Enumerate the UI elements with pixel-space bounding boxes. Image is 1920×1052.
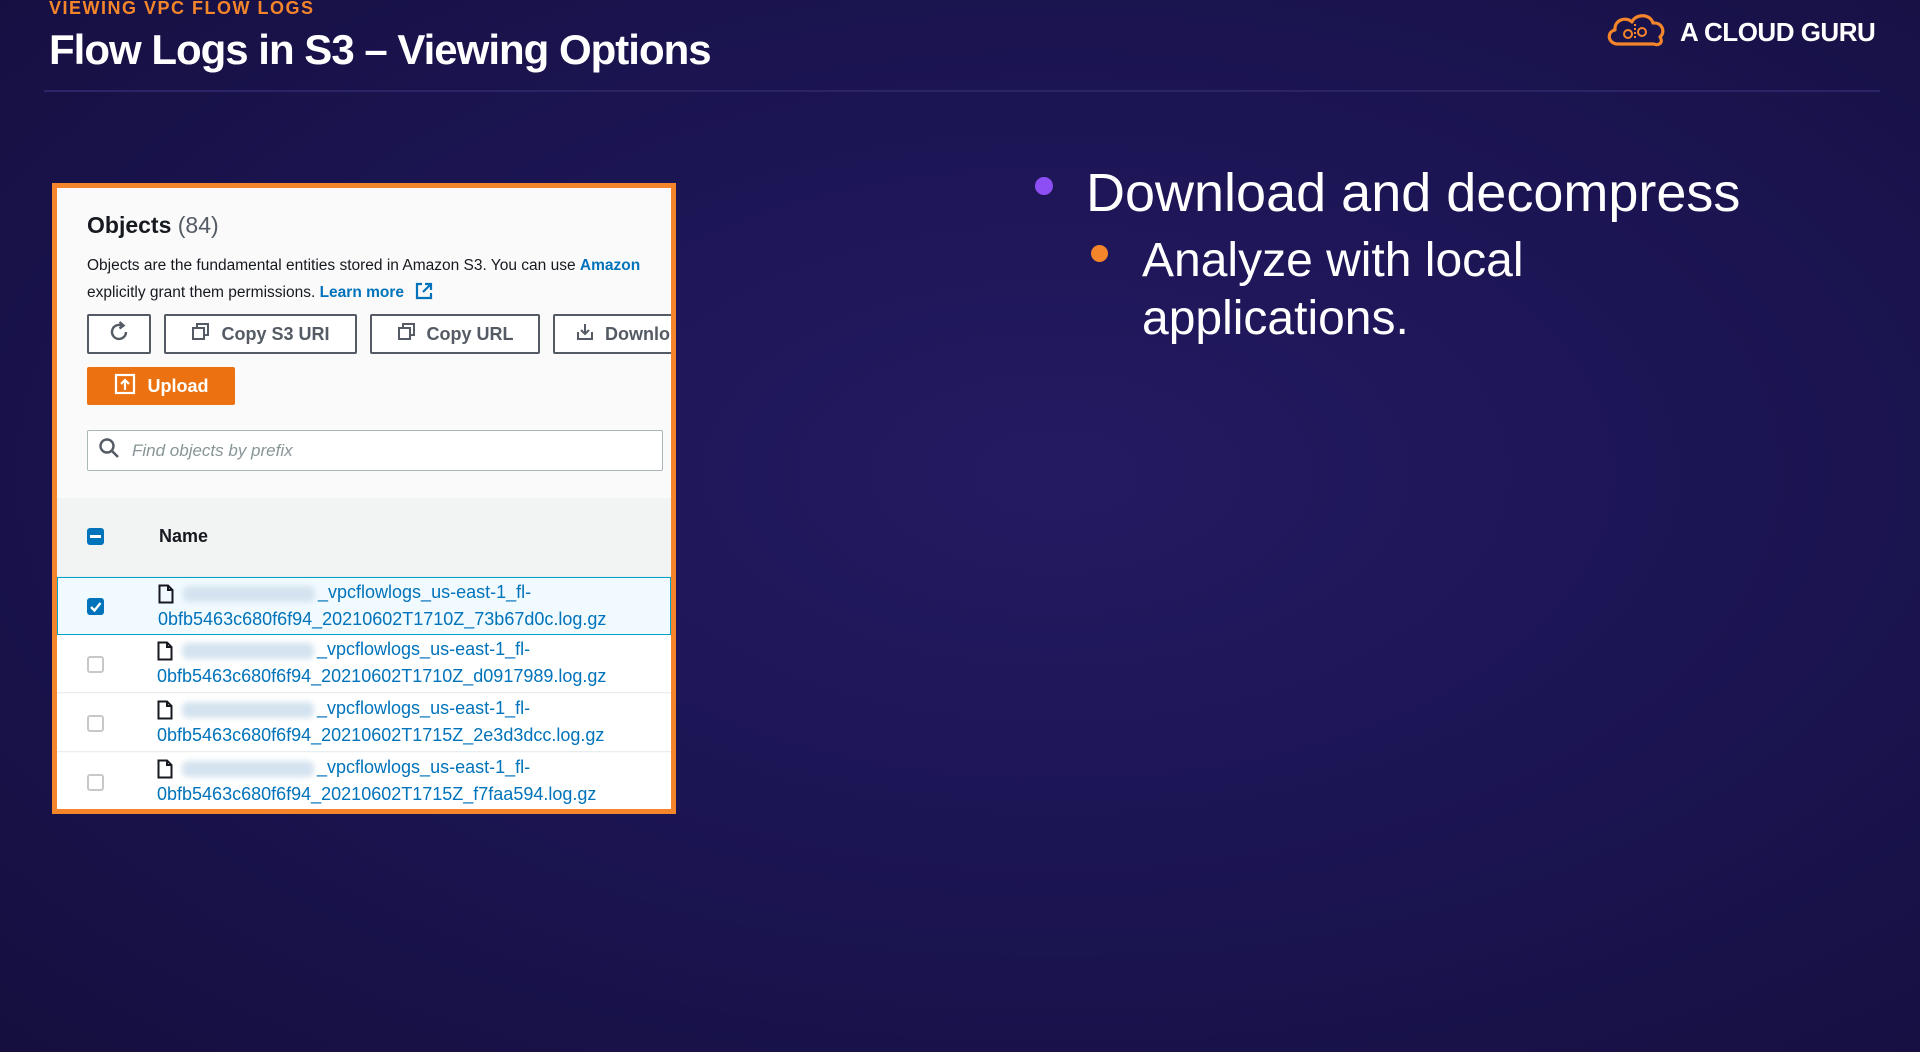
copy-url-button[interactable]: Copy URL: [370, 314, 540, 354]
objects-count: (84): [177, 212, 219, 238]
section-label: VIEWING VPC FLOW LOGS: [49, 0, 315, 18]
refresh-icon: [107, 320, 131, 349]
search-bar: [87, 430, 663, 471]
cloud-logo-icon: [1604, 10, 1668, 55]
download-label: Downlo: [605, 323, 670, 344]
file-icon: [158, 584, 174, 609]
file-icon: [157, 759, 173, 784]
file-icon: [157, 700, 173, 725]
file-name-line-2[interactable]: 0bfb5463c680f6f94_20210602T1710Z_73b67d0…: [158, 609, 606, 630]
upload-icon: [114, 373, 136, 400]
table-header: Name: [57, 498, 671, 577]
logo-text: A CLOUD GURU: [1680, 17, 1876, 47]
objects-description: Objects are the fundamental entities sto…: [87, 252, 640, 310]
download-button[interactable]: Downlo: [553, 314, 671, 354]
redacted-account-id: [182, 761, 314, 777]
file-name-line-1[interactable]: _vpcflowlogs_us-east-1_fl-: [318, 582, 531, 603]
description-line-1: Objects are the fundamental entities sto…: [87, 257, 576, 274]
search-icon: [98, 437, 120, 464]
slide-title: Flow Logs in S3 – Viewing Options: [49, 26, 712, 73]
download-icon: [575, 322, 595, 347]
file-name-line-1[interactable]: _vpcflowlogs_us-east-1_fl-: [317, 639, 530, 660]
amazon-link[interactable]: Amazon: [580, 257, 640, 274]
brand-logo: A CLOUD GURU: [1604, 10, 1876, 55]
refresh-button[interactable]: [87, 314, 151, 354]
row-checkbox[interactable]: [87, 715, 104, 732]
file-name-line-2[interactable]: 0bfb5463c680f6f94_20210602T1710Z_d091798…: [157, 666, 606, 687]
external-link-icon: [414, 281, 434, 310]
row-checkbox[interactable]: [87, 598, 104, 615]
s3-objects-screenshot: Objects (84) Objects are the fundamental…: [52, 183, 676, 814]
description-line-2: explicitly grant them permissions.: [87, 284, 316, 301]
table-row[interactable]: _vpcflowlogs_us-east-1_fl- 0bfb5463c680f…: [57, 635, 671, 693]
learn-more-link[interactable]: Learn more: [320, 284, 404, 301]
bullet-text-sub: Analyze with local applications.: [1142, 234, 1524, 345]
redacted-account-id: [182, 643, 314, 659]
column-header-name[interactable]: Name: [159, 526, 208, 547]
upload-button[interactable]: Upload: [87, 367, 235, 405]
objects-heading-label: Objects: [87, 212, 172, 238]
redacted-account-id: [182, 702, 314, 718]
file-name-line-1[interactable]: _vpcflowlogs_us-east-1_fl-: [317, 698, 530, 719]
copy-icon: [191, 322, 211, 347]
row-checkbox[interactable]: [87, 774, 104, 791]
copy-s3-uri-button[interactable]: Copy S3 URI: [164, 314, 357, 354]
copy-s3-uri-label: Copy S3 URI: [221, 323, 330, 344]
table-row[interactable]: _vpcflowlogs_us-east-1_fl- 0bfb5463c680f…: [57, 753, 671, 809]
row-checkbox[interactable]: [87, 656, 104, 673]
redacted-account-id: [183, 586, 315, 602]
bullet-dot-orange: [1091, 245, 1108, 262]
table-row[interactable]: _vpcflowlogs_us-east-1_fl- 0bfb5463c680f…: [57, 577, 671, 635]
file-name-line-2[interactable]: 0bfb5463c680f6f94_20210602T1715Z_2e3d3dc…: [157, 725, 604, 746]
select-all-checkbox[interactable]: [87, 528, 104, 545]
table-row[interactable]: _vpcflowlogs_us-east-1_fl- 0bfb5463c680f…: [57, 694, 671, 752]
upload-label: Upload: [147, 375, 209, 396]
search-input[interactable]: [130, 439, 662, 462]
bullet-dot-purple: [1035, 177, 1053, 195]
copy-icon: [397, 322, 417, 347]
bullet-text-main: Download and decompress: [1086, 163, 1741, 223]
objects-heading: Objects (84): [87, 212, 219, 239]
file-icon: [157, 641, 173, 666]
copy-url-label: Copy URL: [426, 323, 514, 344]
file-name-line-2[interactable]: 0bfb5463c680f6f94_20210602T1715Z_f7faa59…: [157, 784, 596, 805]
file-name-line-1[interactable]: _vpcflowlogs_us-east-1_fl-: [317, 757, 530, 778]
header-divider: [44, 90, 1880, 92]
